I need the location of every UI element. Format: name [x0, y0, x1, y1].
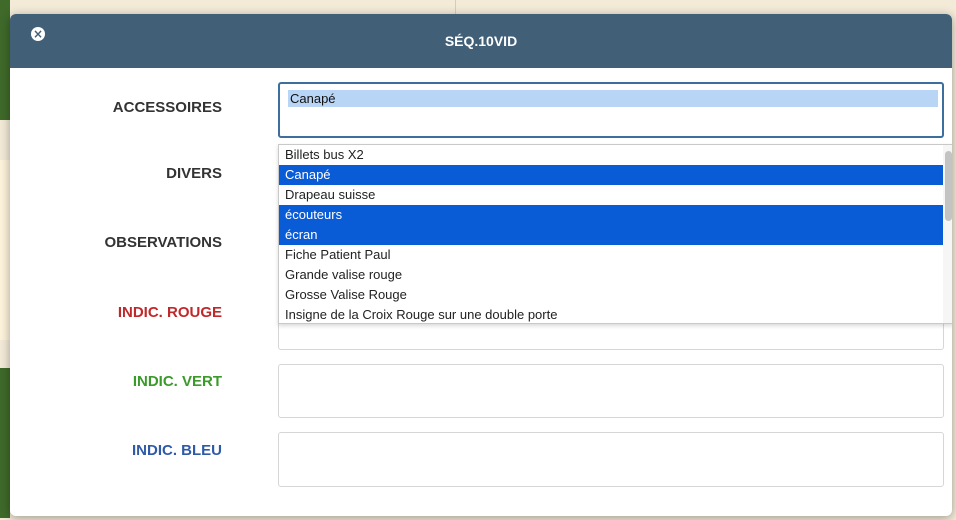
- dropdown-option[interactable]: Grosse Valise Rouge: [279, 285, 945, 305]
- indic-vert-field[interactable]: [278, 364, 944, 418]
- label-indic-rouge: INDIC. ROUGE: [117, 304, 222, 321]
- scrollbar-thumb[interactable]: [945, 151, 952, 221]
- dropdown-option[interactable]: Canapé: [279, 165, 945, 185]
- dropdown-option[interactable]: Drapeau suisse: [279, 185, 945, 205]
- dropdown-option[interactable]: écran: [279, 225, 945, 245]
- dropdown-option[interactable]: écouteurs: [279, 205, 945, 225]
- dropdown-option[interactable]: Insigne de la Croix Rouge sur une double…: [279, 305, 945, 323]
- accessoires-multiselect[interactable]: Canapé: [278, 82, 944, 138]
- label-divers: DIVERS: [166, 165, 222, 182]
- label-indic-bleu: INDIC. BLEU: [132, 442, 222, 459]
- label-indic-vert: INDIC. VERT: [132, 373, 222, 390]
- dropdown-option[interactable]: Grande valise rouge: [279, 265, 945, 285]
- label-accessoires: ACCESSOIRES: [112, 99, 222, 116]
- label-observations: OBSERVATIONS: [104, 234, 222, 251]
- accessoires-options-dropdown[interactable]: Billets bus X2 Canapé Drapeau suisse écoute…: [278, 144, 952, 324]
- dialog-title: SÉQ.10VID: [444, 33, 518, 49]
- background-divider: [455, 0, 456, 14]
- background-panel: [0, 368, 10, 518]
- background-panel: [0, 160, 10, 340]
- edit-dialog: × SÉQ.10VID ACCESSOIRES DIVERS OBSERVATI…: [10, 14, 952, 516]
- dropdown-scrollbar[interactable]: [943, 145, 952, 323]
- selected-token[interactable]: Canapé: [288, 90, 938, 107]
- background-panel: [0, 0, 10, 120]
- dropdown-option[interactable]: Fiche Patient Paul: [279, 245, 945, 265]
- dropdown-option[interactable]: Billets bus X2: [279, 145, 945, 165]
- options-list: Billets bus X2 Canapé Drapeau suisse écoute…: [279, 145, 952, 323]
- dialog-header: × SÉQ.10VID: [10, 14, 952, 68]
- indic-bleu-field[interactable]: [278, 432, 944, 487]
